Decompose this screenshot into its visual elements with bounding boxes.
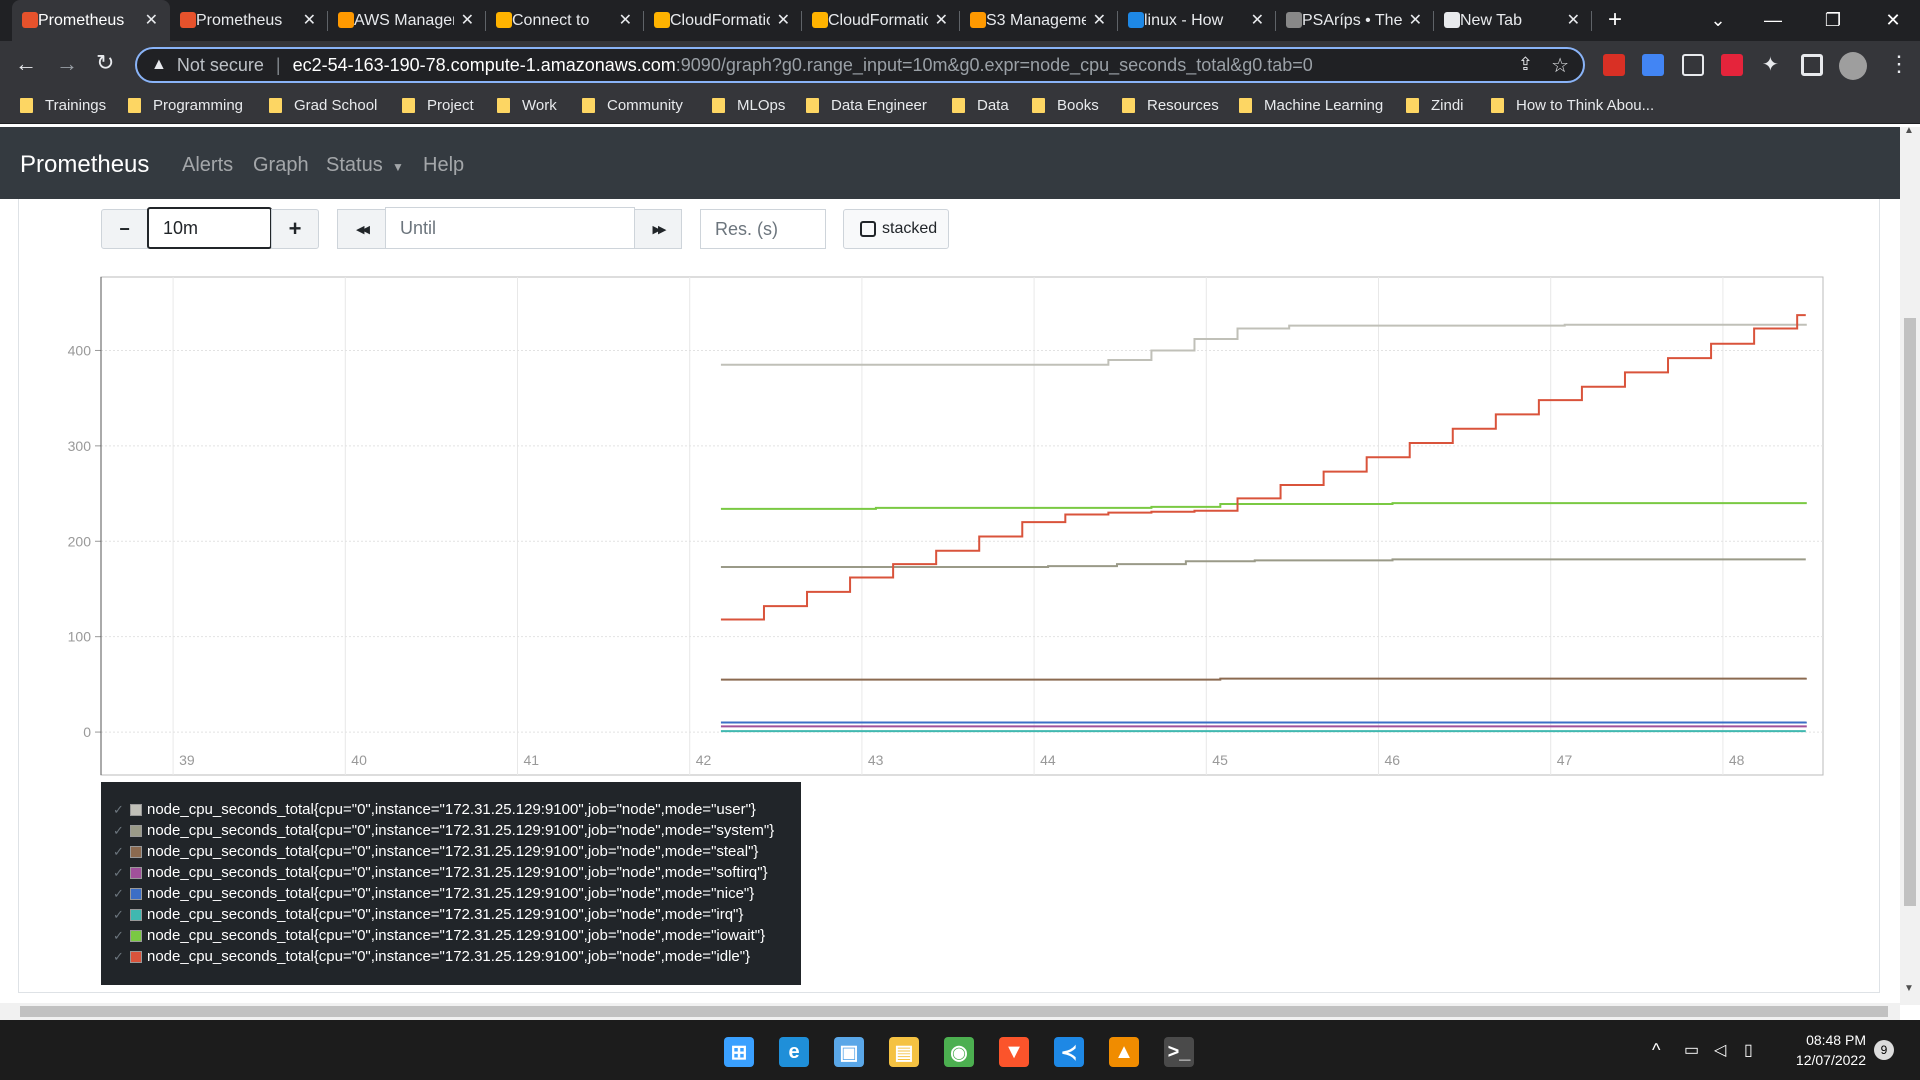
battery-icon[interactable]: ▯ bbox=[1744, 1040, 1753, 1060]
legend-swatch bbox=[130, 908, 142, 921]
x-tick-label: 47 bbox=[1557, 752, 1573, 768]
scroll-down-arrow[interactable]: ▼ bbox=[1904, 983, 1914, 994]
scroll-up-arrow[interactable]: ▲ bbox=[1904, 125, 1914, 136]
check-icon: ✓ bbox=[113, 885, 124, 901]
x-tick-label: 42 bbox=[696, 752, 712, 768]
legend-label: node_cpu_seconds_total{cpu="0",instance=… bbox=[147, 948, 751, 965]
check-icon: ✓ bbox=[113, 801, 124, 817]
check-icon: ✓ bbox=[113, 948, 124, 964]
vscode-icon[interactable]: ≺ bbox=[1054, 1037, 1084, 1067]
chrome-icon[interactable]: ◉ bbox=[944, 1037, 974, 1067]
x-tick-label: 43 bbox=[868, 752, 884, 768]
vlc-icon[interactable]: ▲ bbox=[1109, 1037, 1139, 1067]
x-tick-label: 40 bbox=[351, 752, 367, 768]
legend-swatch bbox=[130, 866, 142, 879]
legend-label: node_cpu_seconds_total{cpu="0",instance=… bbox=[147, 801, 756, 818]
legend-label: node_cpu_seconds_total{cpu="0",instance=… bbox=[147, 927, 766, 944]
explorer-icon[interactable]: ▤ bbox=[889, 1037, 919, 1067]
x-tick-label: 39 bbox=[179, 752, 195, 768]
legend-item[interactable]: ✓ node_cpu_seconds_total{cpu="0",instance… bbox=[101, 841, 801, 862]
edge-icon[interactable]: e bbox=[779, 1037, 809, 1067]
legend-label: node_cpu_seconds_total{cpu="0",instance=… bbox=[147, 906, 744, 923]
horizontal-scroll-thumb[interactable] bbox=[20, 1006, 1888, 1017]
y-tick-label: 100 bbox=[68, 629, 92, 645]
x-tick-label: 48 bbox=[1729, 752, 1745, 768]
legend-swatch bbox=[130, 950, 142, 963]
legend-swatch bbox=[130, 929, 142, 942]
legend-item[interactable]: ✓ node_cpu_seconds_total{cpu="0",instance… bbox=[101, 799, 801, 820]
terminal-icon[interactable]: >_ bbox=[1164, 1037, 1194, 1067]
tray-chevron-icon[interactable]: ^ bbox=[1652, 1040, 1660, 1061]
legend-swatch bbox=[130, 803, 142, 816]
check-icon: ✓ bbox=[113, 822, 124, 838]
system-clock[interactable]: 08:48 PM 12/07/2022 bbox=[1796, 1030, 1866, 1070]
graph-legend: ✓ node_cpu_seconds_total{cpu="0",instance… bbox=[101, 782, 801, 985]
y-tick-label: 300 bbox=[68, 438, 92, 454]
check-icon: ✓ bbox=[113, 864, 124, 880]
check-icon: ✓ bbox=[113, 927, 124, 943]
y-tick-label: 0 bbox=[83, 724, 91, 740]
legend-label: node_cpu_seconds_total{cpu="0",instance=… bbox=[147, 864, 768, 881]
legend-label: node_cpu_seconds_total{cpu="0",instance=… bbox=[147, 843, 759, 860]
legend-swatch bbox=[130, 887, 142, 900]
legend-label: node_cpu_seconds_total{cpu="0",instance=… bbox=[147, 822, 775, 839]
legend-item[interactable]: ✓ node_cpu_seconds_total{cpu="0",instance… bbox=[101, 862, 801, 883]
remote-icon[interactable]: ▣ bbox=[834, 1037, 864, 1067]
volume-icon[interactable]: ◁ bbox=[1714, 1040, 1726, 1060]
check-icon: ✓ bbox=[113, 906, 124, 922]
vertical-scroll-thumb[interactable] bbox=[1904, 318, 1916, 906]
network-icon[interactable]: ▭ bbox=[1684, 1040, 1699, 1060]
brave-icon[interactable]: ▼ bbox=[999, 1037, 1029, 1067]
check-icon: ✓ bbox=[113, 843, 124, 859]
series-line bbox=[720, 721, 1807, 724]
x-tick-label: 45 bbox=[1212, 752, 1228, 768]
notification-badge[interactable]: 9 bbox=[1874, 1040, 1894, 1060]
y-tick-label: 200 bbox=[68, 533, 92, 549]
legend-swatch bbox=[130, 845, 142, 858]
x-tick-label: 41 bbox=[524, 752, 540, 768]
legend-item[interactable]: ✓ node_cpu_seconds_total{cpu="0",instance… bbox=[101, 904, 801, 925]
legend-item[interactable]: ✓ node_cpu_seconds_total{cpu="0",instance… bbox=[101, 883, 801, 904]
legend-swatch bbox=[130, 824, 142, 837]
y-tick-label: 400 bbox=[68, 342, 92, 358]
plot-area bbox=[100, 276, 1824, 776]
x-tick-label: 44 bbox=[1040, 752, 1056, 768]
legend-item[interactable]: ✓ node_cpu_seconds_total{cpu="0",instance… bbox=[101, 946, 801, 967]
legend-label: node_cpu_seconds_total{cpu="0",instance=… bbox=[147, 885, 755, 902]
clock-date: 12/07/2022 bbox=[1795, 1052, 1866, 1068]
start-icon[interactable]: ⊞ bbox=[724, 1037, 754, 1067]
x-tick-label: 46 bbox=[1385, 752, 1401, 768]
graph-chart[interactable]: 39 40 41 42 43 44 45 46 47 48 0 100 200 300 400 bbox=[0, 0, 1900, 800]
legend-item[interactable]: ✓ node_cpu_seconds_total{cpu="0",instance… bbox=[101, 925, 801, 946]
legend-item[interactable]: ✓ node_cpu_seconds_total{cpu="0",instance… bbox=[101, 820, 801, 841]
series-line bbox=[720, 725, 1807, 728]
clock-time: 08:48 PM bbox=[1806, 1032, 1866, 1048]
